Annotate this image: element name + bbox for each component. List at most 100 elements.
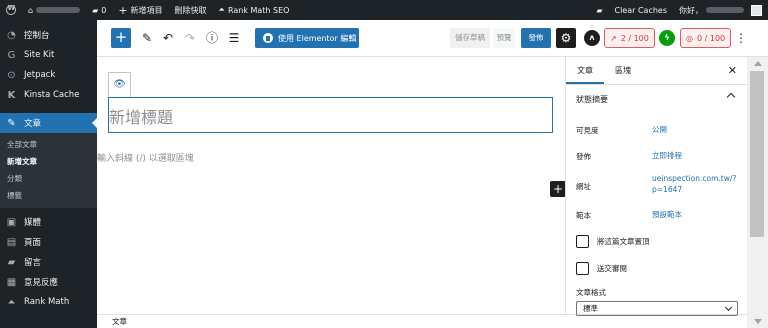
sidebar-item-label: 媒體 — [24, 218, 42, 228]
submenu-categories[interactable]: 分類 — [0, 170, 97, 187]
settings-gear-button[interactable]: ⚙ — [556, 28, 576, 48]
redo-icon[interactable]: ↷ — [183, 30, 197, 46]
readability-icon: ◎ — [686, 33, 693, 43]
comment-bubble-icon: ▰ — [92, 5, 99, 15]
sidebar-item-label: Jetpack — [24, 70, 56, 80]
publish-value[interactable]: 立即排程 — [652, 150, 682, 161]
sidebar-item-pages[interactable]: ▤ 頁面 — [0, 232, 97, 252]
sidebar-item-feedback[interactable]: ▦ 意見反應 — [0, 272, 97, 292]
tab-post[interactable]: 文章 — [566, 57, 604, 84]
chart-icon: ↗ — [610, 33, 617, 43]
jetpack-icon: ⊙ — [7, 69, 16, 81]
checkbox[interactable] — [576, 235, 589, 248]
title-placeholder: 新增標題 — [109, 108, 174, 127]
url-value[interactable]: ueinspection.com.tw/?p=1647 — [652, 173, 737, 195]
submenu-all-posts[interactable]: 全部文章 — [0, 136, 97, 153]
plus-icon: + — [118, 3, 128, 17]
clear-cache-link[interactable]: 刪除快取 — [169, 0, 213, 20]
elementor-label: 使用 Elementor 編輯 — [278, 33, 357, 43]
sticky-label: 將這篇文章置頂 — [597, 237, 650, 246]
visibility-value[interactable]: 公開 — [652, 124, 667, 135]
tab-block[interactable]: 區塊 — [604, 57, 642, 84]
close-icon[interactable]: ✕ — [728, 64, 737, 77]
gear-icon: ⚙ — [560, 31, 572, 45]
preview-button[interactable]: 預覽 — [493, 28, 515, 48]
rank-math-toolbar-button[interactable]: ʌ — [584, 30, 600, 46]
greeting-label: 你好， — [679, 5, 703, 15]
rank-math-menu[interactable]: ⏶ Rank Math SEO — [213, 0, 296, 20]
section-title: 狀態摘要 — [576, 95, 608, 104]
submenu-add-new[interactable]: 新增文章 — [0, 153, 97, 170]
seo-score-button[interactable]: ↗ 2 / 100 — [604, 28, 655, 48]
save-draft-button[interactable]: 儲存草稿 — [450, 28, 490, 48]
sidebar-item-label: Kinsta Cache — [24, 90, 80, 100]
more-options-icon[interactable]: ⋮ — [735, 29, 747, 47]
post-title-field[interactable]: 新增標題 — [108, 97, 553, 133]
inline-inserter-button[interactable]: + — [550, 181, 566, 197]
notification-icon: ▰ — [596, 5, 603, 15]
plus-icon: + — [552, 182, 564, 196]
scroll-up-arrow[interactable] — [754, 61, 762, 66]
sidebar-item-site-kit[interactable]: G Site Kit — [0, 45, 97, 65]
readability-score-button[interactable]: ◎ 0 / 100 — [680, 28, 732, 48]
media-icon: ▣ — [6, 216, 17, 228]
editor-canvas: 👁 新增標題 輸入斜線 (/) 以選取區塊 + — [97, 57, 566, 314]
breadcrumb-item[interactable]: 文章 — [112, 317, 127, 326]
avatar — [751, 4, 762, 16]
scroll-down-arrow[interactable] — [754, 319, 762, 324]
my-account-menu[interactable]: 你好， — [673, 0, 768, 20]
clear-cache-label: 刪除快取 — [174, 5, 207, 15]
clear-caches-button[interactable]: Clear Caches — [608, 0, 673, 20]
details-info-icon[interactable]: ⓘ — [205, 30, 219, 46]
default-block-appender[interactable]: 輸入斜線 (/) 以選取區塊 — [97, 151, 194, 164]
list-view-icon[interactable]: ☰ — [227, 30, 241, 46]
rankmath-icon: ⏶ — [7, 296, 16, 308]
sidebar-item-label: 留言 — [24, 258, 42, 268]
sidebar-item-label: 文章 — [24, 119, 42, 129]
site-name-menu[interactable]: ⌂ — [22, 0, 86, 20]
template-value[interactable]: 預設範本 — [652, 209, 682, 220]
post-format-select[interactable]: 標準 — [576, 301, 738, 316]
wordpress-icon — [6, 4, 16, 15]
wordpress-logo-menu[interactable] — [0, 0, 22, 20]
sidebar-item-kinsta-cache[interactable]: K Kinsta Cache — [0, 85, 97, 105]
url-label: 網址 — [576, 182, 591, 191]
submenu-tags[interactable]: 標籤 — [0, 187, 97, 204]
post-format-value: 標準 — [583, 304, 598, 313]
pending-review-checkbox[interactable]: 送交審閱 — [576, 262, 627, 275]
summary-section-toggle[interactable]: 狀態摘要 — [566, 85, 747, 114]
comments-menu[interactable]: ▰ 0 — [86, 0, 112, 20]
publish-button[interactable]: 發佈 — [521, 28, 551, 48]
new-content-menu[interactable]: + 新增項目 — [112, 0, 168, 20]
panel-tabs: 文章 區塊 ✕ — [566, 57, 747, 85]
clear-caches-label: Clear Caches — [614, 5, 667, 15]
notifications-icon-button[interactable]: ▰ — [590, 0, 608, 20]
edit-with-elementor-button[interactable]: 使用 Elementor 編輯 — [255, 28, 359, 48]
visibility-label: 可見度 — [576, 126, 599, 135]
block-inserter-button[interactable]: + — [111, 28, 131, 48]
sidebar-item-label: Rank Math — [24, 297, 70, 307]
sidebar-item-label: 頁面 — [24, 238, 42, 248]
scrollbar[interactable] — [747, 57, 768, 328]
rank-math-logo-icon: ʌ — [589, 33, 595, 42]
rank-math-icon: ⏶ — [218, 5, 225, 14]
jetpack-bolt-icon: ϟ — [664, 33, 670, 42]
undo-icon[interactable]: ↶ — [161, 30, 175, 46]
tools-pencil-icon[interactable]: ✎ — [140, 30, 154, 46]
sidebar-item-media[interactable]: ▣ 媒體 — [0, 212, 97, 232]
jetpack-toolbar-button[interactable]: ϟ — [659, 30, 675, 46]
rank-math-label: Rank Math SEO — [227, 5, 290, 15]
scrollbar-thumb[interactable] — [750, 71, 764, 237]
settings-sidebar: 文章 區塊 ✕ 狀態摘要 可見度 公開 發佈 立即排程 網址 ueinspect… — [565, 57, 747, 316]
visibility-eye-icon[interactable]: 👁 — [108, 72, 131, 97]
sidebar-item-posts[interactable]: ✎ 文章 — [0, 113, 97, 133]
sticky-post-checkbox[interactable]: 將這篇文章置頂 — [576, 235, 650, 248]
sidebar-item-comments[interactable]: ▰ 留言 — [0, 252, 97, 272]
sidebar-item-rank-math[interactable]: ⏶ Rank Math — [0, 292, 97, 312]
kinsta-icon: K — [7, 89, 16, 101]
google-icon: G — [7, 49, 16, 61]
sidebar-item-jetpack[interactable]: ⊙ Jetpack — [0, 65, 97, 85]
checkbox[interactable] — [576, 262, 589, 275]
sidebar-item-dashboard[interactable]: ◔ 控制台 — [0, 25, 97, 45]
breadcrumb: 文章 — [97, 314, 757, 328]
